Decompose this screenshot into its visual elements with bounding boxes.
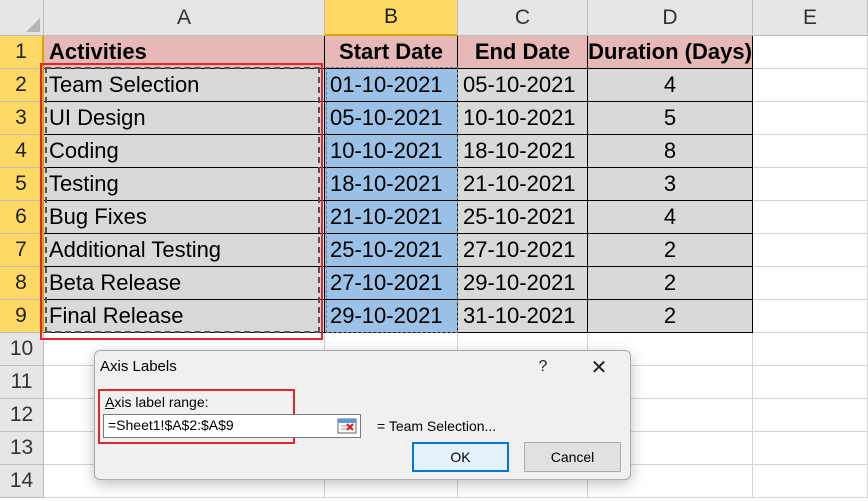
- accelerator-key: A: [105, 394, 115, 410]
- table-cell[interactable]: 2: [588, 234, 753, 267]
- table-cell[interactable]: 29-10-2021: [458, 267, 588, 300]
- table-header-cell[interactable]: End Date: [458, 36, 588, 69]
- table-header-cell[interactable]: Activities: [44, 36, 325, 69]
- row-header[interactable]: 2: [0, 69, 44, 102]
- table-cell[interactable]: 01-10-2021: [325, 69, 458, 102]
- column-header-d[interactable]: D: [588, 0, 753, 36]
- table-cell[interactable]: 4: [588, 201, 753, 234]
- empty-cell[interactable]: [753, 135, 868, 168]
- table-cell[interactable]: 25-10-2021: [458, 201, 588, 234]
- collapse-dialog-icon[interactable]: [335, 416, 359, 436]
- table-cell[interactable]: 21-10-2021: [458, 168, 588, 201]
- row-header[interactable]: 14: [0, 465, 44, 498]
- axis-labels-dialog: Axis Labels ? ✕ Axis label range: =Sheet…: [94, 350, 631, 480]
- empty-cell[interactable]: [753, 267, 868, 300]
- column-header-b[interactable]: B: [325, 0, 458, 36]
- table-cell[interactable]: 10-10-2021: [458, 102, 588, 135]
- table-cell[interactable]: 31-10-2021: [458, 300, 588, 333]
- empty-cell[interactable]: [753, 201, 868, 234]
- table-cell[interactable]: 8: [588, 135, 753, 168]
- table-cell[interactable]: Additional Testing: [44, 234, 325, 267]
- table-header-cell[interactable]: Start Date: [325, 36, 458, 69]
- row-header[interactable]: 12: [0, 399, 44, 432]
- row-header[interactable]: 5: [0, 168, 44, 201]
- empty-cell[interactable]: [753, 366, 868, 399]
- row-header[interactable]: 9: [0, 300, 44, 333]
- table-cell[interactable]: 18-10-2021: [458, 135, 588, 168]
- table-cell[interactable]: Bug Fixes: [44, 201, 325, 234]
- row-header[interactable]: 7: [0, 234, 44, 267]
- table-cell[interactable]: 3: [588, 168, 753, 201]
- row-header[interactable]: 10: [0, 333, 44, 366]
- table-cell[interactable]: 2: [588, 267, 753, 300]
- table-header-cell[interactable]: Duration (Days): [588, 36, 753, 69]
- table-cell[interactable]: 18-10-2021: [325, 168, 458, 201]
- table-cell[interactable]: 05-10-2021: [325, 102, 458, 135]
- empty-cell[interactable]: [753, 432, 868, 465]
- column-header-e[interactable]: E: [753, 0, 868, 36]
- row-header[interactable]: 8: [0, 267, 44, 300]
- empty-cell[interactable]: [753, 36, 868, 69]
- table-cell[interactable]: 25-10-2021: [325, 234, 458, 267]
- table-cell[interactable]: Testing: [44, 168, 325, 201]
- cancel-button[interactable]: Cancel: [524, 442, 621, 472]
- help-icon[interactable]: ?: [529, 355, 557, 379]
- empty-cell[interactable]: [753, 168, 868, 201]
- empty-cell[interactable]: [753, 333, 868, 366]
- collapse-dialog-icon-svg: [337, 418, 357, 434]
- table-cell[interactable]: 27-10-2021: [458, 234, 588, 267]
- label-text: xis label range:: [114, 394, 209, 410]
- ok-button[interactable]: OK: [412, 442, 509, 472]
- row-header[interactable]: 1: [0, 36, 44, 69]
- table-cell[interactable]: 5: [588, 102, 753, 135]
- column-header-c[interactable]: C: [458, 0, 588, 36]
- table-cell[interactable]: Coding: [44, 135, 325, 168]
- table-cell[interactable]: 05-10-2021: [458, 69, 588, 102]
- table-cell[interactable]: 2: [588, 300, 753, 333]
- row-header[interactable]: 3: [0, 102, 44, 135]
- row-header[interactable]: 11: [0, 366, 44, 399]
- empty-cell[interactable]: [753, 399, 868, 432]
- dialog-title: Axis Labels: [100, 358, 177, 375]
- close-icon[interactable]: ✕: [581, 355, 617, 379]
- table-cell[interactable]: Team Selection: [44, 69, 325, 102]
- table-cell[interactable]: 10-10-2021: [325, 135, 458, 168]
- range-preview-text: = Team Selection...: [377, 418, 497, 434]
- row-header[interactable]: 6: [0, 201, 44, 234]
- empty-cell[interactable]: [753, 234, 868, 267]
- select-all-icon[interactable]: [0, 0, 44, 36]
- empty-cell[interactable]: [753, 300, 868, 333]
- table-cell[interactable]: 21-10-2021: [325, 201, 458, 234]
- empty-cell[interactable]: [753, 69, 868, 102]
- table-cell[interactable]: 29-10-2021: [325, 300, 458, 333]
- empty-cell[interactable]: [753, 102, 868, 135]
- row-header[interactable]: 4: [0, 135, 44, 168]
- axis-label-range-input[interactable]: =Sheet1!$A$2:$A$9: [103, 414, 361, 438]
- table-cell[interactable]: UI Design: [44, 102, 325, 135]
- empty-cell[interactable]: [753, 465, 868, 498]
- axis-label-range-label: Axis label range:: [105, 394, 209, 410]
- row-header[interactable]: 13: [0, 432, 44, 465]
- table-cell[interactable]: 27-10-2021: [325, 267, 458, 300]
- table-cell[interactable]: Final Release: [44, 300, 325, 333]
- table-cell[interactable]: 4: [588, 69, 753, 102]
- table-cell[interactable]: Beta Release: [44, 267, 325, 300]
- column-header-a[interactable]: A: [44, 0, 325, 36]
